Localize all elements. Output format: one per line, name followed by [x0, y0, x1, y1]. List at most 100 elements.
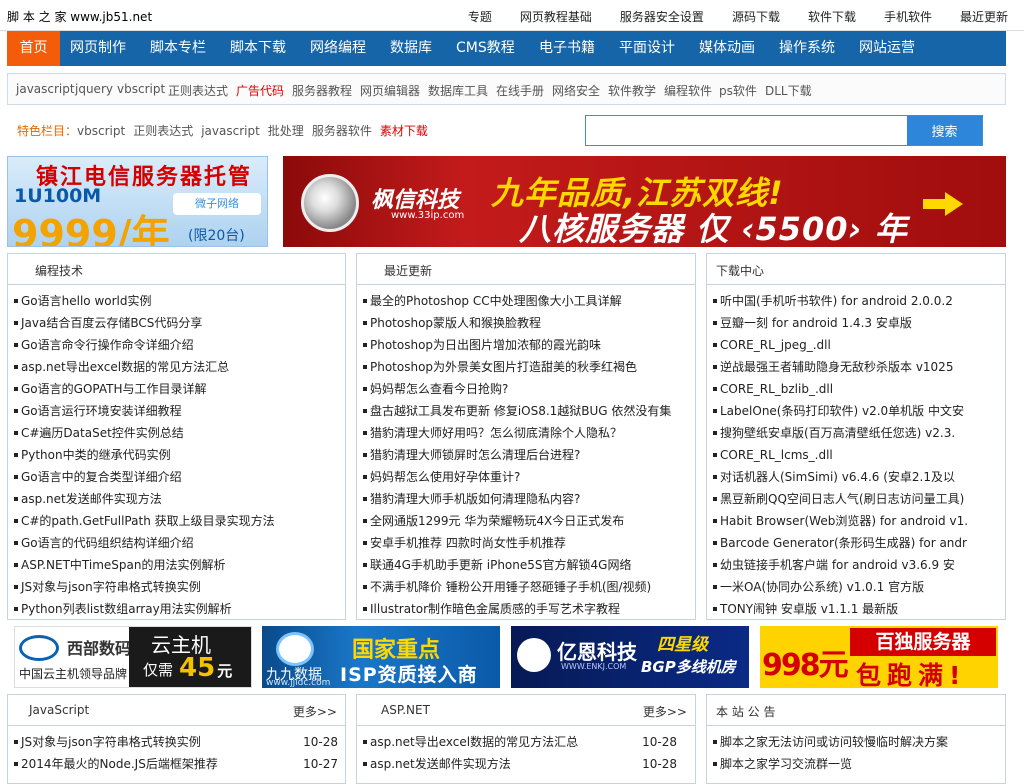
list-item[interactable]: 安卓手机推荐 四款时尚女性手机推荐	[361, 532, 699, 554]
list-item[interactable]: asp.net导出excel数据的常见方法汇总	[12, 356, 349, 378]
nav-item-script-download[interactable]: 脚本下载	[230, 31, 286, 66]
nav-item-database[interactable]: 数据库	[390, 31, 432, 66]
nav-item-ebooks[interactable]: 电子书籍	[539, 31, 595, 66]
nav-item-network-programming[interactable]: 网络编程	[310, 31, 366, 66]
list-item[interactable]: 逆战最强王者辅助隐身无敌秒杀版本 v1025	[711, 356, 1009, 378]
subnav-online-manual[interactable]: 在线手册	[496, 82, 544, 99]
subnav-vbscript[interactable]: vbscript	[117, 82, 165, 96]
list-item[interactable]: 妈妈帮怎么使用好孕体重计?	[361, 466, 699, 488]
top-link-server-security[interactable]: 服务器安全设置	[620, 8, 704, 25]
subnav-software-teaching[interactable]: 软件教学	[608, 82, 656, 99]
nav-item-website-operation[interactable]: 网站运营	[859, 31, 915, 66]
ad-banner-fengxin[interactable]: 枫信科技 www.33ip.com 九年品质,江苏双线! 八核服务器 仅 ‹55…	[283, 156, 1006, 247]
panel-title[interactable]: 下载中心	[716, 262, 764, 279]
list-item[interactable]: 脚本之家无法访问或访问较慢临时解决方案	[711, 731, 1009, 753]
list-item[interactable]: Java结合百度云存储BCS代码分享	[12, 312, 349, 334]
list-item[interactable]: 全网通版1299元 华为荣耀畅玩4X今日正式发布	[361, 510, 699, 532]
list-item[interactable]: 搜狗壁纸安卓版(百万高清壁纸任您选) v2.3.	[711, 422, 1009, 444]
list-item[interactable]: Habit Browser(Web浏览器) for android v1.	[711, 510, 1009, 532]
list-item[interactable]: 妈妈帮怎么查看今日抢购?	[361, 378, 699, 400]
list-item[interactable]: 猎豹清理大师手机版如何清理隐私内容?	[361, 488, 699, 510]
ad-banner-zhenjiang-hosting[interactable]: 镇江电信服务器托管 1U100M 9999/年 (限20台) 微子网络	[7, 156, 268, 247]
list-item[interactable]: 2014年最火的Node.JS后端框架推荐 10-27	[12, 753, 349, 775]
featured-materials[interactable]: 素材下载	[380, 124, 428, 138]
top-link-web-basics[interactable]: 网页教程基础	[520, 8, 592, 25]
list-item[interactable]: CORE_RL_lcms_.dll	[711, 444, 1009, 466]
more-link[interactable]: 更多>>	[643, 703, 687, 720]
featured-server-software[interactable]: 服务器软件	[312, 124, 372, 138]
list-item[interactable]: C#的path.GetFullPath 获取上级目录实现方法	[12, 510, 349, 532]
subnav-ad-code[interactable]: 广告代码	[236, 82, 284, 99]
list-item[interactable]: 黑豆新刷QQ空间日志人气(刷日志访问量工具)	[711, 488, 1009, 510]
list-item[interactable]: Go语言的GOPATH与工作目录详解	[12, 378, 349, 400]
subnav-jquery[interactable]: jquery	[75, 82, 113, 96]
featured-batch[interactable]: 批处理	[268, 124, 304, 138]
ad-jjidc[interactable]: 九九数据 www.jjidc.com 国家重点 ISP资质接入商	[262, 626, 500, 688]
list-item[interactable]: Go语言命令行操作命令详细介绍	[12, 334, 349, 356]
subnav-ps-software[interactable]: ps软件	[719, 82, 757, 99]
top-link-source-download[interactable]: 源码下载	[732, 8, 780, 25]
ad-west-cn[interactable]: 西部数码 中国云主机领导品牌 云主机 仅需 45 元	[14, 626, 252, 688]
featured-regex[interactable]: 正则表达式	[133, 124, 193, 138]
list-item[interactable]: 盘古越狱工具发布更新 修复iOS8.1越狱BUG 依然没有集	[361, 400, 699, 422]
list-item[interactable]: Go语言hello world实例	[12, 290, 349, 312]
panel-title[interactable]: 本 站 公 告	[716, 703, 775, 720]
list-item[interactable]: 幼虫链接手机客户端 for android v3.6.9 安	[711, 554, 1009, 576]
featured-javascript[interactable]: javascript	[201, 124, 260, 138]
list-item[interactable]: 最全的Photoshop CC中处理图像大小工具详解	[361, 290, 699, 312]
list-item[interactable]: Photoshop为日出图片增加浓郁的霞光韵味	[361, 334, 699, 356]
featured-vbscript[interactable]: vbscript	[77, 124, 125, 138]
top-link-mobile-software[interactable]: 手机软件	[884, 8, 932, 25]
list-item[interactable]: 一米OA(协同办公系统) v1.0.1 官方版	[711, 576, 1009, 598]
list-item[interactable]: CORE_RL_jpeg_.dll	[711, 334, 1009, 356]
list-item[interactable]: Photoshop为外景美女图片打造甜美的秋季红褐色	[361, 356, 699, 378]
list-item[interactable]: 对话机器人(SimSimi) v6.4.6 (安卓2.1及以	[711, 466, 1009, 488]
site-name[interactable]: 脚 本 之 家 www.jb51.net	[7, 8, 152, 25]
ad-enkj[interactable]: 亿恩科技 WWW.ENKJ.COM 四星级 BGP多线机房	[511, 626, 749, 688]
ad-998-server[interactable]: 998元 百独服务器 包跑满!	[760, 626, 998, 688]
list-item[interactable]: C#遍历DataSet控件实例总结	[12, 422, 349, 444]
nav-item-media-animation[interactable]: 媒体动画	[699, 31, 755, 66]
panel-title[interactable]: 编程技术	[35, 262, 83, 279]
list-item[interactable]: 不满手机降价 锤粉公开用锤子怒砸锤子手机(图/视频)	[361, 576, 699, 598]
subnav-network-security[interactable]: 网络安全	[552, 82, 600, 99]
list-item[interactable]: 脚本之家学习交流群一览	[711, 753, 1009, 775]
subnav-javascript[interactable]: javascript	[16, 82, 75, 96]
nav-item-scripts[interactable]: 脚本专栏	[150, 31, 206, 66]
list-item[interactable]: Barcode Generator(条形码生成器) for andr	[711, 532, 1009, 554]
list-item[interactable]: asp.net发送邮件实现方法	[12, 488, 349, 510]
nav-item-operating-systems[interactable]: 操作系统	[779, 31, 835, 66]
panel-title[interactable]: ASP.NET	[381, 703, 430, 717]
top-link-topics[interactable]: 专题	[468, 8, 492, 25]
list-item[interactable]: JS对象与json字符串格式转换实例 10-28	[12, 731, 349, 753]
panel-title[interactable]: JavaScript	[29, 703, 89, 717]
subnav-regex[interactable]: 正则表达式	[168, 82, 228, 99]
panel-title[interactable]: 最近更新	[384, 262, 432, 279]
list-item[interactable]: ASP.NET中TimeSpan的用法实例解析	[12, 554, 349, 576]
list-item[interactable]: 豆瓣一刻 for android 1.4.3 安卓版	[711, 312, 1009, 334]
list-item[interactable]: 猎豹清理大师好用吗？怎么彻底清除个人隐私？	[361, 422, 699, 444]
list-item[interactable]: CORE_RL_bzlib_.dll	[711, 378, 1009, 400]
nav-item-home[interactable]: 首页	[7, 31, 60, 66]
list-item[interactable]: Photoshop蒙版人和猴换脸教程	[361, 312, 699, 334]
list-item[interactable]: LabelOne(条码打印软件) v2.0单机版 中文安	[711, 400, 1009, 422]
top-link-recent-updates[interactable]: 最近更新	[960, 8, 1008, 25]
nav-item-graphic-design[interactable]: 平面设计	[619, 31, 675, 66]
nav-item-web-design[interactable]: 网页制作	[70, 31, 126, 66]
list-item[interactable]: asp.net发送邮件实现方法 10-28	[361, 753, 699, 775]
nav-item-cms[interactable]: CMS教程	[456, 31, 515, 66]
list-item[interactable]: TONY闹钟 安卓版 v1.1.1 最新版	[711, 598, 1009, 620]
list-item[interactable]: 听中国(手机听书软件) for android 2.0.0.2	[711, 290, 1009, 312]
list-item[interactable]: Python中类的继承代码实例	[12, 444, 349, 466]
more-link[interactable]: 更多>>	[293, 703, 337, 720]
subnav-programming-software[interactable]: 编程软件	[664, 82, 712, 99]
subnav-db-tools[interactable]: 数据库工具	[428, 82, 488, 99]
list-item[interactable]: asp.net导出excel数据的常见方法汇总 10-28	[361, 731, 699, 753]
list-item[interactable]: Python列表list数组array用法实例解析	[12, 598, 349, 620]
subnav-server-tutorial[interactable]: 服务器教程	[292, 82, 352, 99]
search-button[interactable]: 搜索	[907, 116, 982, 145]
subnav-web-editor[interactable]: 网页编辑器	[360, 82, 420, 99]
top-link-software-download[interactable]: 软件下载	[808, 8, 856, 25]
list-item[interactable]: Illustrator制作暗色金属质感的手写艺术字教程	[361, 598, 699, 620]
subnav-dll-download[interactable]: DLL下载	[765, 82, 812, 99]
